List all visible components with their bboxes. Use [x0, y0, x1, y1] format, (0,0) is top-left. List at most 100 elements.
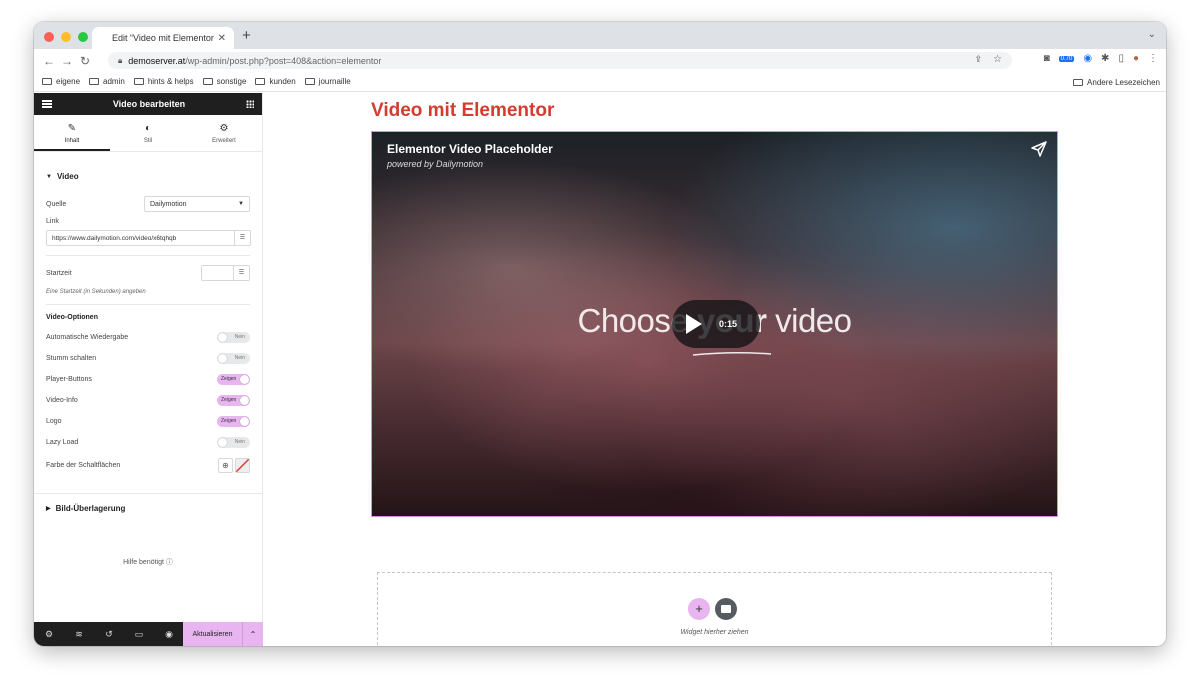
- bookmark-folder-eigene[interactable]: eigene: [42, 77, 80, 86]
- overlay-section-toggle[interactable]: ▶ Bild-Überlagerung: [46, 504, 250, 513]
- video-duration: 0:15: [719, 319, 738, 329]
- other-bookmarks[interactable]: Andere Lesezeichen: [1073, 78, 1160, 87]
- browser-window: Edit “Video mit Elementor” wit ✕ + ⌄ ← →…: [34, 22, 1166, 646]
- toggle-row-lazy-load: Lazy Load Nein: [46, 432, 250, 453]
- tab-strip: Edit “Video mit Elementor” wit ✕ + ⌄: [34, 22, 1166, 49]
- panel-header: Video bearbeiten: [34, 93, 262, 115]
- drop-zone-text: Widget hierher ziehen: [680, 629, 749, 636]
- start-row: Startzeit ☰: [46, 265, 250, 281]
- layers-icon[interactable]: ≋: [64, 629, 94, 640]
- tab-search-chevron-icon[interactable]: ⌄: [1148, 29, 1156, 40]
- caret-down-icon: ▼: [46, 173, 52, 180]
- source-row: Quelle Dailymotion ▼: [46, 196, 250, 212]
- toggle-list: Automatische Wiedergabe Nein Stumm schalt…: [46, 327, 250, 478]
- button-color-row: Farbe der Schaltflächen ⊕: [46, 453, 250, 478]
- widgets-grid-icon[interactable]: [245, 100, 254, 108]
- tab-close-icon[interactable]: ✕: [218, 33, 226, 44]
- dynamic-tags-icon[interactable]: ☰: [233, 266, 249, 280]
- help-link[interactable]: Hilfe benötigt ⓘ: [46, 557, 250, 567]
- toggle-row-player-buttons: Player-Buttons Zeigen: [46, 369, 250, 390]
- divider: [46, 255, 250, 256]
- panel-title: Video bearbeiten: [112, 99, 186, 109]
- link-label: Link: [46, 218, 59, 225]
- preview-canvas: Video mit Elementor Elementor Video Plac…: [264, 93, 1166, 646]
- settings-gear-icon[interactable]: ⚙: [34, 629, 64, 640]
- caret-right-icon: ▶: [46, 506, 51, 512]
- panel-tabs: ✎ Inhalt ◐ Stil ⚙ Erweitert: [34, 115, 262, 152]
- minimize-window-button[interactable]: [61, 32, 71, 42]
- bookmark-folder-sonstige[interactable]: sonstige: [202, 77, 246, 86]
- maximize-window-button[interactable]: [78, 32, 88, 42]
- reload-icon[interactable]: ↻: [76, 54, 94, 68]
- video-info-toggle[interactable]: Zeigen: [217, 395, 250, 406]
- color-swatch[interactable]: [235, 458, 250, 473]
- update-options-chevron-icon[interactable]: ⌃: [242, 622, 263, 646]
- new-tab-button[interactable]: +: [242, 27, 251, 45]
- template-library-folder-icon[interactable]: [715, 598, 737, 620]
- autoplay-toggle[interactable]: Nein: [217, 332, 250, 343]
- toggle-row-autoplay: Automatische Wiedergabe Nein: [46, 327, 250, 348]
- folder-icon: [89, 78, 100, 85]
- logo-toggle[interactable]: Zeigen: [217, 416, 250, 427]
- play-icon: [686, 314, 702, 334]
- dynamic-tags-icon[interactable]: ☰: [234, 231, 250, 245]
- url-host: demoserver.at: [128, 55, 186, 66]
- extension-icons: ◙ 0.70 ◉ ✱ ▯ ● ⋮: [1044, 53, 1158, 64]
- video-section-toggle[interactable]: ▼ Video: [46, 172, 250, 181]
- bookmark-folder-journaille[interactable]: journaille: [304, 77, 351, 86]
- contrast-icon: ◐: [144, 123, 152, 134]
- video-title: Elementor Video Placeholder: [387, 142, 553, 156]
- back-icon[interactable]: ←: [40, 54, 58, 68]
- browser-toolbar: ← → ↻ 🔒︎ demoserver.at/wp-admin/post.php…: [34, 49, 1166, 72]
- share-paper-plane-icon[interactable]: [1031, 141, 1047, 157]
- tab-inhalt[interactable]: ✎ Inhalt: [34, 115, 110, 151]
- source-select[interactable]: Dailymotion ▼: [144, 196, 250, 212]
- update-button[interactable]: Aktualisieren: [183, 622, 242, 646]
- bookmark-star-icon[interactable]: ☆: [993, 54, 1002, 65]
- history-icon[interactable]: ↺: [94, 629, 124, 640]
- folder-icon: [133, 78, 144, 85]
- tab-stil[interactable]: ◐ Stil: [110, 115, 186, 151]
- forward-icon[interactable]: →: [58, 54, 76, 68]
- extension-badge[interactable]: 0.70: [1058, 55, 1075, 62]
- hamburger-menu-icon[interactable]: [42, 100, 52, 108]
- video-player[interactable]: Elementor Video Placeholder powered by D…: [371, 131, 1058, 517]
- close-window-button[interactable]: [44, 32, 54, 42]
- address-bar[interactable]: 🔒︎ demoserver.at/wp-admin/post.php?post=…: [108, 52, 1012, 69]
- link-value: https://www.dailymotion.com/video/x6tqhq…: [52, 234, 177, 242]
- puzzle-extensions-icon[interactable]: ✱: [1101, 53, 1109, 64]
- player-buttons-toggle[interactable]: Zeigen: [217, 374, 250, 385]
- play-button[interactable]: 0:15: [672, 300, 760, 348]
- profile-avatar-icon[interactable]: ●: [1133, 53, 1139, 64]
- menu-kebab-icon[interactable]: ⋮: [1148, 53, 1158, 64]
- tab-erweitert[interactable]: ⚙ Erweitert: [186, 115, 262, 151]
- caret-down-icon: ▼: [238, 201, 244, 207]
- sidebar-icon[interactable]: ▯: [1118, 53, 1124, 64]
- password-extension-icon[interactable]: ◉: [1083, 53, 1092, 64]
- browser-tab[interactable]: Edit “Video mit Elementor” wit ✕: [92, 27, 234, 49]
- lazy-load-toggle[interactable]: Nein: [217, 437, 250, 448]
- start-label: Startzeit: [46, 269, 72, 277]
- preview-eye-icon[interactable]: ◉: [154, 629, 184, 640]
- add-section-button[interactable]: +: [688, 598, 710, 620]
- globe-icon[interactable]: ⊕: [218, 458, 233, 473]
- folder-icon: [255, 78, 266, 85]
- camera-extension-icon[interactable]: ◙: [1044, 53, 1050, 64]
- share-icon[interactable]: ⇪: [974, 54, 982, 65]
- video-section: ▼ Video Quelle Dailymotion ▼ Link https://…: [34, 172, 262, 478]
- responsive-icon[interactable]: ▭: [124, 629, 154, 640]
- start-input[interactable]: ☰: [201, 265, 250, 281]
- bookmark-folder-kunden[interactable]: kunden: [255, 77, 296, 86]
- mute-toggle[interactable]: Nein: [217, 353, 250, 364]
- overlay-section: ▶ Bild-Überlagerung Hilfe benötigt ⓘ: [34, 493, 262, 567]
- underline-stroke: [692, 351, 772, 356]
- widget-drop-zone[interactable]: + Widget hierher ziehen: [377, 572, 1052, 646]
- tab-title: Edit “Video mit Elementor” wit: [112, 33, 214, 43]
- toggle-row-video-info: Video-Info Zeigen: [46, 390, 250, 411]
- bookmark-folder-hints[interactable]: hints & helps: [133, 77, 194, 86]
- editor-panel: Video bearbeiten ✎ Inhalt ◐ Stil ⚙ Erweiter…: [34, 93, 263, 646]
- lock-icon: 🔒︎: [118, 55, 123, 65]
- bookmark-folder-admin[interactable]: admin: [89, 77, 125, 86]
- page-heading[interactable]: Video mit Elementor: [371, 100, 554, 122]
- link-input[interactable]: https://www.dailymotion.com/video/x6tqhq…: [46, 230, 251, 246]
